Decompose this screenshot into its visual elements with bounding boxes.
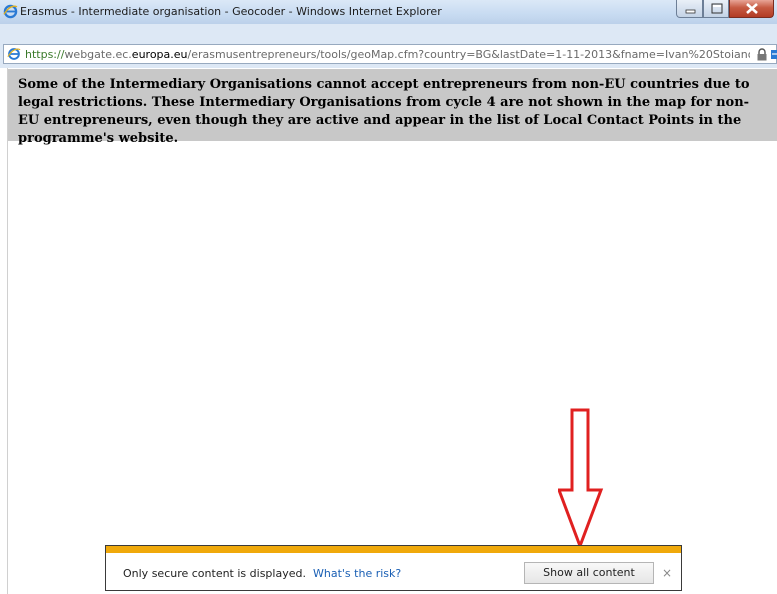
whats-the-risk-link[interactable]: What's the risk? [313,567,401,580]
url-path: /erasmusentrepreneurs/tools/geoMap.cfm?c… [187,48,750,61]
window-titlebar: Erasmus - Intermediate organisation - Ge… [0,0,777,25]
lock-icon[interactable] [756,48,768,61]
page-left-edge [0,68,8,594]
show-all-content-button[interactable]: Show all content [524,562,654,584]
maximize-icon [711,3,723,14]
infobar-accent-strip [106,546,681,553]
url-host-prefix: webgate.ec. [64,48,132,61]
legal-notice: Some of the Intermediary Organisations c… [8,69,777,146]
infobar-message: Only secure content is displayed. [123,567,306,580]
dismiss-infobar-icon[interactable]: × [662,566,672,580]
ie-logo-icon [3,4,18,19]
address-bar[interactable]: https://webgate.ec.europa.eu/erasmusentr… [3,44,777,64]
maximize-button[interactable] [703,0,729,18]
window-title: Erasmus - Intermediate organisation - Ge… [20,5,442,18]
minimize-button[interactable] [676,0,703,18]
address-url[interactable]: https://webgate.ec.europa.eu/erasmusentr… [25,48,750,61]
ie-page-icon [7,48,21,60]
url-protocol: https:// [25,48,65,61]
close-icon [746,3,758,14]
mixed-content-infobar: Only secure content is displayed. What's… [105,545,682,591]
minimize-icon [685,9,696,14]
compatibility-view-icon[interactable] [771,48,777,61]
red-arrow-annotation [558,408,604,550]
close-window-button[interactable] [729,0,774,18]
url-host-domain: europa.eu [131,48,188,61]
